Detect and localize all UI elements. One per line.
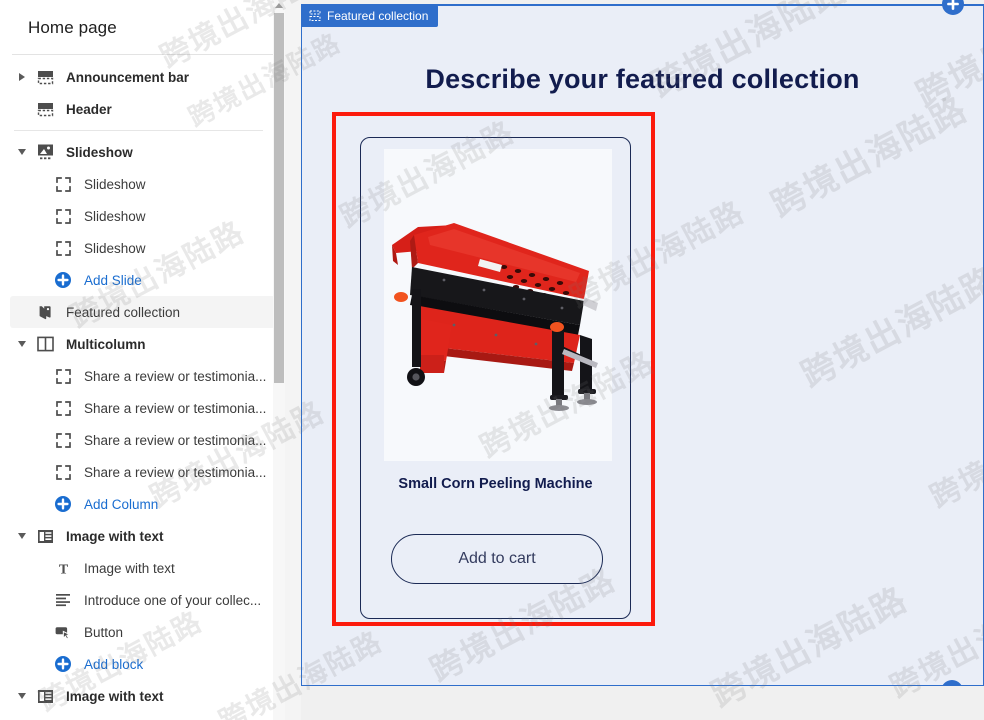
sidebar-item-label: Image with text: [66, 688, 164, 704]
sidebar-item-slideshow-block-2[interactable]: Slideshow: [10, 200, 275, 232]
block-icon: [52, 462, 74, 482]
sidebar-item-label: Add block: [84, 656, 144, 672]
announcement-bar-icon: [34, 67, 56, 87]
sidebar-item-multicolumn-block-3[interactable]: Share a review or testimonia...: [10, 424, 275, 456]
add-to-cart-button[interactable]: Add to cart: [391, 534, 603, 584]
sidebar-item-label: Announcement bar: [66, 69, 190, 85]
columns-icon: [34, 334, 56, 354]
sidebar-item-label: Slideshow: [66, 144, 133, 160]
chevron-down-icon[interactable]: [14, 693, 30, 699]
sidebar-item-label: Featured collection: [66, 304, 181, 320]
sidebar-item-header[interactable]: Header: [10, 93, 275, 125]
section-badge-label: Featured collection: [327, 9, 429, 23]
section-badge[interactable]: Featured collection: [302, 6, 439, 27]
sidebar-item-image-with-text[interactable]: Image with text: [10, 520, 275, 552]
scrollbar-thumb[interactable]: [274, 13, 284, 383]
scroll-up-arrow-icon[interactable]: [275, 3, 283, 8]
sidebar-item-label: Multicolumn: [66, 336, 146, 352]
sidebar-item-label: Slideshow: [84, 176, 146, 192]
text-t-icon: T: [52, 558, 74, 578]
preview-canvas: Featured collection Describe your featur…: [301, 4, 984, 686]
sidebar-item-slideshow-block-1[interactable]: Slideshow: [10, 168, 275, 200]
svg-text:T: T: [58, 562, 68, 575]
block-icon: [52, 238, 74, 258]
sidebar-item-label: Image with text: [66, 528, 164, 544]
image-with-text-icon: [34, 686, 56, 706]
sidebar-item-label: Add Slide: [84, 272, 142, 288]
sidebar-scrollbar[interactable]: [273, 0, 285, 720]
chevron-right-icon[interactable]: [14, 73, 30, 81]
sidebar-item-image-with-text-button[interactable]: Button: [10, 616, 275, 648]
section-icon: [309, 10, 321, 22]
block-icon: [52, 206, 74, 226]
theme-editor-app: Home page Announcement bar Header Slides…: [0, 0, 984, 720]
header-icon: [34, 99, 56, 119]
sidebar-item-label: Image with text: [84, 560, 175, 576]
sidebar-group-divider: [14, 130, 263, 131]
sidebar-item-image-with-text-2[interactable]: Image with text: [10, 680, 275, 712]
page-title: Home page: [28, 18, 117, 37]
block-icon: [52, 174, 74, 194]
sidebar-item-add-block[interactable]: Add block: [10, 648, 275, 680]
sidebar-item-label: Slideshow: [84, 240, 146, 256]
product-card[interactable]: Small Corn Peeling Machine Add to cart: [360, 137, 631, 619]
selected-block-outline[interactable]: Small Corn Peeling Machine Add to cart: [332, 112, 655, 626]
sidebar-item-multicolumn-block-4[interactable]: Share a review or testimonia...: [10, 456, 275, 488]
product-image: [384, 149, 612, 461]
sidebar-item-label: Share a review or testimonia...: [84, 432, 267, 448]
image-with-text-icon: [34, 526, 56, 546]
sidebar-item-multicolumn[interactable]: Multicolumn: [10, 328, 275, 360]
paragraph-icon: [52, 590, 74, 610]
block-icon: [52, 398, 74, 418]
sidebar-item-multicolumn-block-1[interactable]: Share a review or testimonia...: [10, 360, 275, 392]
chevron-down-icon[interactable]: [14, 149, 30, 155]
block-icon: [52, 366, 74, 386]
add-section-bottom-button[interactable]: [941, 680, 963, 685]
sidebar-item-label: Share a review or testimonia...: [84, 464, 267, 480]
sidebar-item-image-with-text-heading[interactable]: T Image with text: [10, 552, 275, 584]
chevron-down-icon[interactable]: [14, 341, 30, 347]
sidebar-item-label: Share a review or testimonia...: [84, 400, 267, 416]
image-icon: [34, 142, 56, 162]
sidebar-item-image-with-text-body[interactable]: Introduce one of your collec...: [10, 584, 275, 616]
sidebar-item-label: Button: [84, 624, 124, 640]
product-title: Small Corn Peeling Machine: [398, 476, 593, 492]
plus-circle-icon: [52, 270, 74, 290]
sidebar-item-label: Add Column: [84, 496, 159, 512]
block-icon: [52, 430, 74, 450]
sidebar-item-slideshow-block-3[interactable]: Slideshow: [10, 232, 275, 264]
sections-sidebar: Home page Announcement bar Header Slides…: [0, 0, 285, 720]
preview-pane: Featured collection Describe your featur…: [285, 0, 984, 720]
sidebar-item-add-column[interactable]: Add Column: [10, 488, 275, 520]
preview-gutter: [285, 0, 301, 720]
plus-circle-icon: [52, 494, 74, 514]
sidebar-item-slideshow[interactable]: Slideshow: [10, 136, 275, 168]
section-tree: Announcement bar Header Slideshow Slides…: [0, 55, 285, 712]
sidebar-item-add-slide[interactable]: Add Slide: [10, 264, 275, 296]
sidebar-item-label: Header: [66, 101, 112, 117]
plus-circle-icon: [52, 654, 74, 674]
sidebar-item-announcement-bar[interactable]: Announcement bar: [10, 61, 275, 93]
chevron-down-icon[interactable]: [14, 533, 30, 539]
sidebar-item-multicolumn-block-2[interactable]: Share a review or testimonia...: [10, 392, 275, 424]
button-icon: [52, 622, 74, 642]
section-heading: Describe your featured collection: [425, 64, 860, 94]
sidebar-item-featured-collection[interactable]: Featured collection: [10, 296, 275, 328]
collection-icon: [34, 302, 56, 322]
sidebar-item-label: Slideshow: [84, 208, 146, 224]
sidebar-item-label: Introduce one of your collec...: [84, 592, 262, 608]
sidebar-item-label: Share a review or testimonia...: [84, 368, 267, 384]
